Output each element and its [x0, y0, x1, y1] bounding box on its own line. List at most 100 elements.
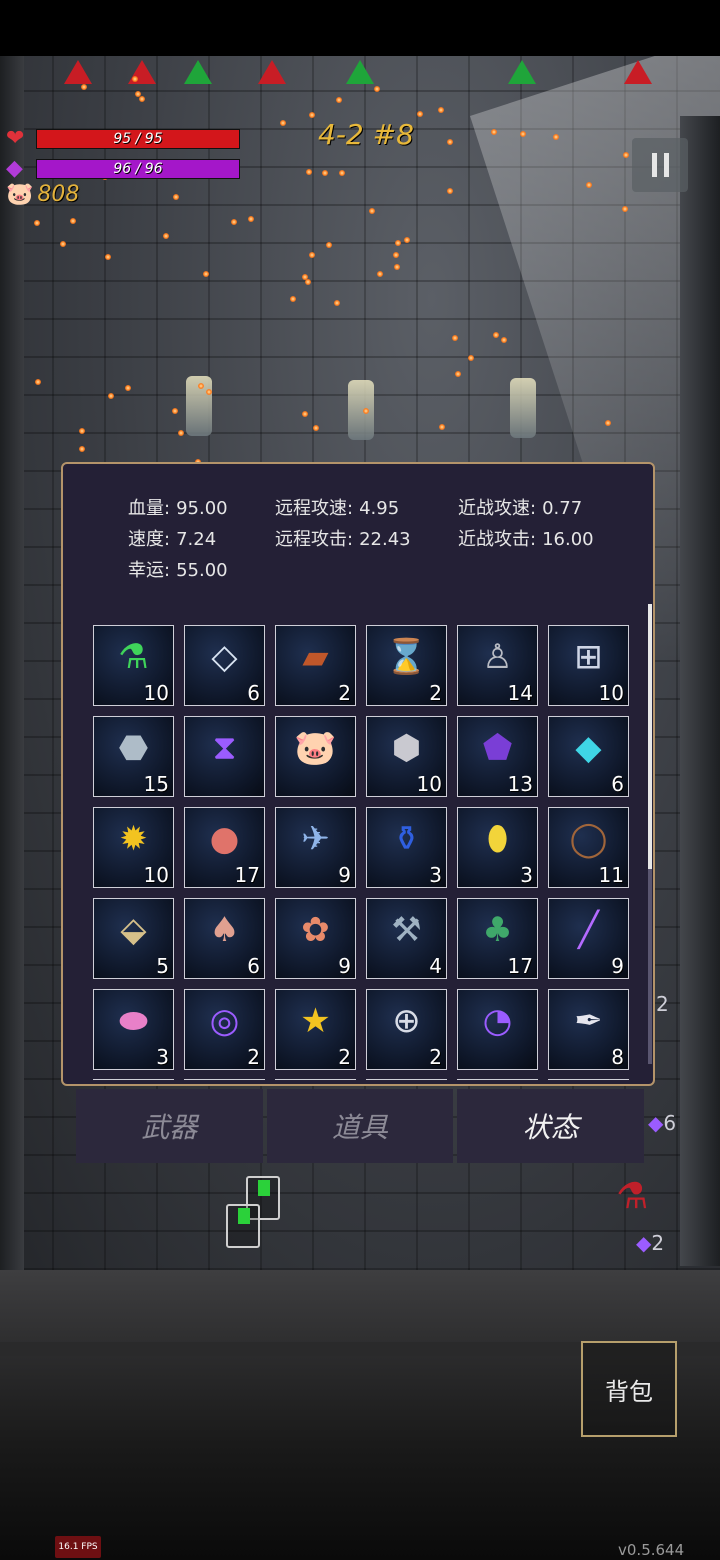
spark: [622, 151, 629, 158]
star-trophy-icon: ★: [300, 1001, 331, 1041]
stat-value: 0.77: [542, 498, 583, 519]
lantern: [348, 380, 374, 440]
item-slot[interactable]: ✹ 10: [93, 807, 174, 888]
item-slot[interactable]: ⧗: [184, 716, 265, 797]
item-slot[interactable]: 🐷: [275, 716, 356, 797]
item-slot[interactable]: ✿ 9: [275, 898, 356, 979]
item-slot[interactable]: ◯ 11: [548, 807, 629, 888]
spark: [177, 429, 184, 436]
spark: [452, 334, 459, 341]
item-slot[interactable]: ⊕ 2: [366, 989, 447, 1070]
spark: [377, 270, 384, 277]
item-count: 4: [429, 954, 442, 978]
spark: [306, 169, 313, 176]
side-slot-count: ◆6: [648, 1111, 677, 1135]
stat-melee-attack: 近战攻击: 16.00: [458, 525, 594, 551]
item-slot[interactable]: ✈ 9: [275, 807, 356, 888]
stat-melee-speed: 近战攻速: 0.77: [458, 494, 582, 520]
red-potion-icon: ⚗: [616, 1176, 649, 1217]
item-slot[interactable]: ⬬ 3: [93, 989, 174, 1070]
spark: [490, 128, 497, 135]
spark: [289, 296, 296, 303]
crystal-plate-icon: ◇: [211, 637, 238, 677]
yellow-crystal-icon: ⬮: [486, 819, 509, 859]
item-grid: ⚗ 10 ◇ 6 ▰ 2 ⌛ 2 ♙ 14 ⊞ 10 ⬣ 15 ⧗ 🐷 ⬢ 10 ⬟ 13 ◆ 6 ✹ 10 ● 17 ✈ 9 ⚱ 3 ⬮ 3…: [93, 625, 633, 1070]
item-slot[interactable]: ▰ 2: [275, 625, 356, 706]
tab-2[interactable]: 状态: [457, 1089, 645, 1163]
item-slot[interactable]: ⚒ 4: [366, 898, 447, 979]
item-slot[interactable]: ⬙ 5: [93, 898, 174, 979]
item-slot[interactable]: ♙ 14: [457, 625, 538, 706]
item-count: 2: [247, 1045, 260, 1069]
stat-ranged-attack: 远程攻击: 22.43: [275, 525, 411, 551]
player-indicator: [258, 1180, 270, 1196]
gem-icon: ◆: [636, 1231, 652, 1255]
purple-spiral-icon: ◎: [209, 1001, 240, 1041]
spark: [604, 420, 611, 427]
spark: [197, 382, 204, 389]
stat-label: 幸运:: [128, 560, 171, 581]
stat-value: 55.00: [176, 560, 228, 581]
item-count: 3: [429, 863, 442, 887]
side-slot-count: ◆2: [636, 1231, 665, 1255]
item-slot[interactable]: ◇ 6: [184, 625, 265, 706]
coin-count: 808: [37, 182, 80, 207]
spark: [446, 188, 453, 195]
item-count: 15: [143, 772, 169, 796]
scrollbar-thumb[interactable]: [648, 604, 652, 869]
spark: [437, 106, 444, 113]
item-slot[interactable]: ♣ 17: [457, 898, 538, 979]
item-slot[interactable]: ⬮ 3: [457, 807, 538, 888]
tab-0[interactable]: 武器: [76, 1089, 263, 1163]
item-slot[interactable]: ╱ 9: [548, 898, 629, 979]
ally-marker-green: [346, 60, 374, 84]
item-slot[interactable]: ◎ 2: [184, 989, 265, 1070]
spark: [309, 251, 316, 258]
item-slot[interactable]: ✒ 8: [548, 989, 629, 1070]
item-slot[interactable]: ◔: [457, 989, 538, 1070]
item-count: 3: [156, 1045, 169, 1069]
backpack-button[interactable]: 背包: [581, 1341, 677, 1437]
item-slot[interactable]: ⚱ 3: [366, 807, 447, 888]
spark: [206, 388, 213, 395]
spark: [172, 408, 179, 415]
item-slot[interactable]: ⬢ 10: [366, 716, 447, 797]
item-slot[interactable]: ⚗ 10: [93, 625, 174, 706]
spellbook-icon: ▰: [302, 637, 329, 677]
item-slot[interactable]: ♠ 6: [184, 898, 265, 979]
item-slot[interactable]: ⬟ 13: [457, 716, 538, 797]
spark: [248, 216, 255, 223]
item-slot[interactable]: ⊞ 10: [548, 625, 629, 706]
stat-label: 远程攻击:: [275, 529, 354, 550]
stat-speed: 速度: 7.24: [128, 525, 216, 551]
ore-chunks-icon: ⬙: [120, 910, 147, 950]
spark: [403, 236, 410, 243]
stat-label: 近战攻速:: [458, 498, 537, 519]
spark: [59, 240, 66, 247]
item-count: 11: [598, 863, 624, 887]
spark: [520, 130, 527, 137]
item-slot[interactable]: ⬣ 15: [93, 716, 174, 797]
hp-row: ❤ 95 / 95: [6, 126, 240, 151]
spark: [416, 110, 423, 117]
spark: [35, 378, 42, 385]
mp-text: 96 / 96: [113, 160, 163, 177]
spark: [439, 423, 446, 430]
tab-1[interactable]: 道具: [266, 1089, 454, 1163]
item-slot[interactable]: ★ 2: [275, 989, 356, 1070]
item-slot[interactable]: ◆ 6: [548, 716, 629, 797]
spark: [552, 134, 559, 141]
hooded-statue-icon: ♙: [482, 637, 513, 677]
side-slot-count: 2: [656, 992, 669, 1016]
item-count: 10: [416, 772, 442, 796]
stat-hp: 血量: 95.00: [128, 494, 228, 520]
spark: [280, 119, 287, 126]
item-slot[interactable]: ⌛ 2: [366, 625, 447, 706]
item-slot[interactable]: ● 17: [184, 807, 265, 888]
mp-bar: 96 / 96: [36, 158, 240, 179]
status-panel: 血量: 95.00 速度: 7.24 幸运: 55.00 远程攻速: 4.95 远程攻击…: [61, 462, 655, 1086]
thorn-crown-icon: ◯: [569, 819, 608, 859]
item-count: 2: [338, 681, 351, 705]
pause-button[interactable]: [632, 138, 688, 192]
ally-marker-green: [508, 60, 536, 84]
